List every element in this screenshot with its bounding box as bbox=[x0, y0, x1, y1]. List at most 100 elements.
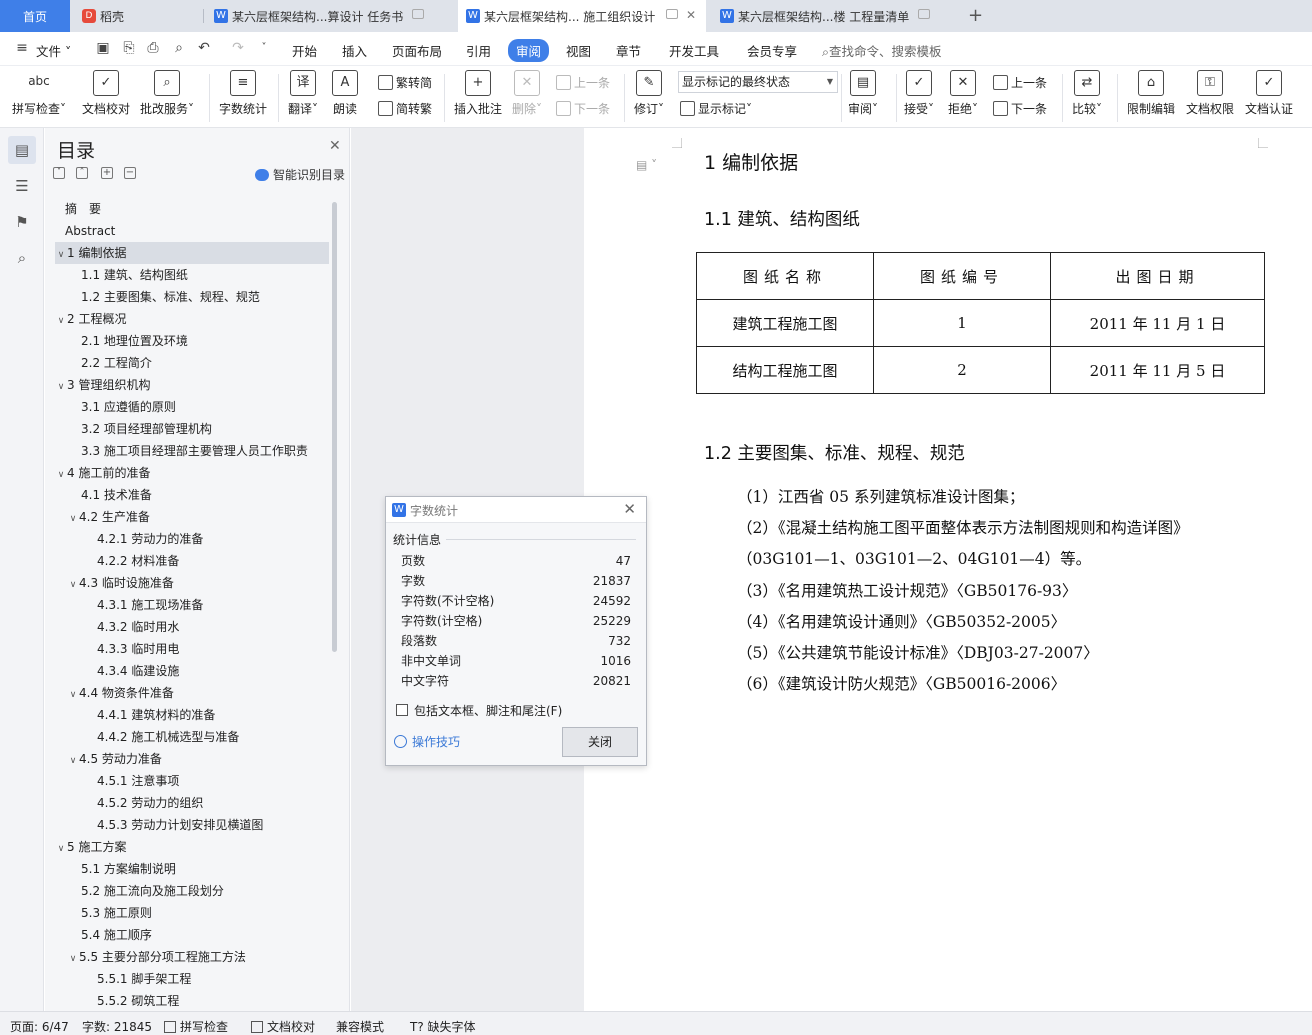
trad-to-simp-button[interactable]: 繁转简 bbox=[378, 74, 432, 91]
menu-member[interactable]: 会员专享 bbox=[747, 41, 797, 60]
toc-item[interactable]: ∨ 4 施工前的准备 bbox=[55, 462, 329, 484]
toc-item[interactable]: 4.5.1 注意事项 bbox=[55, 770, 329, 792]
tab-home[interactable]: 首页 bbox=[0, 0, 70, 32]
doc-check-status[interactable]: 文档校对 bbox=[251, 1018, 315, 1035]
checkbox-label[interactable]: 包括文本框、脚注和尾注(F) bbox=[414, 702, 562, 719]
chevron-down-icon[interactable]: ∨ bbox=[67, 684, 79, 704]
toc-item[interactable]: 5.4 施工顺序 bbox=[55, 924, 329, 946]
add-icon[interactable]: + bbox=[101, 167, 113, 179]
next-change-button[interactable]: 下一条 bbox=[993, 100, 1047, 117]
dialog-header[interactable]: W 字数统计 ✕ bbox=[386, 497, 646, 523]
new-tab-plus-icon[interactable]: + bbox=[968, 5, 983, 26]
restrict-edit-button[interactable]: ⌂ 限制编辑 bbox=[1127, 70, 1175, 117]
doc-cert-button[interactable]: ✓ 文档认证 bbox=[1245, 70, 1293, 117]
chevron-down-icon[interactable]: ∨ bbox=[67, 750, 79, 770]
track-changes-button[interactable]: ✎ 修订˅ bbox=[634, 70, 664, 117]
delete-comment-button[interactable]: ✕ 删除˅ bbox=[512, 70, 542, 117]
toc-item[interactable]: 4.2.2 材料准备 bbox=[55, 550, 329, 572]
toc-item[interactable]: 5.5.2 砌筑工程 bbox=[55, 990, 329, 1011]
toc-item[interactable]: 4.1 技术准备 bbox=[55, 484, 329, 506]
toc-item[interactable]: 5.5.1 脚手架工程 bbox=[55, 968, 329, 990]
command-search[interactable]: ⌕查找命令、搜索模板 bbox=[822, 41, 942, 60]
compare-button[interactable]: ⇄ 比较˅ bbox=[1072, 70, 1102, 117]
toc-item[interactable]: 3.3 施工项目经理部主要管理人员工作职责 bbox=[55, 440, 329, 462]
toc-item[interactable]: ∨ 4.3 临时设施准备 bbox=[55, 572, 329, 594]
menu-page-layout[interactable]: 页面布局 bbox=[392, 41, 442, 60]
toc-item[interactable]: 4.5.2 劳动力的组织 bbox=[55, 792, 329, 814]
word-count-button[interactable]: ≡ 字数统计 bbox=[219, 70, 267, 117]
toc-item[interactable]: 1.2 主要图集、标准、规程、规范 bbox=[55, 286, 329, 308]
close-button[interactable]: 关闭 bbox=[562, 727, 638, 757]
remove-icon[interactable]: − bbox=[124, 167, 136, 179]
toc-item[interactable]: 4.5.3 劳动力计划安排见横道图 bbox=[55, 814, 329, 836]
menu-file[interactable]: 文件 ˅ bbox=[36, 41, 71, 60]
scrollbar[interactable] bbox=[332, 202, 337, 652]
toc-item[interactable]: ∨ 4.4 物资条件准备 bbox=[55, 682, 329, 704]
toc-item[interactable]: ∨ 2 工程概况 bbox=[55, 308, 329, 330]
toc-item[interactable]: ∨ 4.2 生产准备 bbox=[55, 506, 329, 528]
batch-service-button[interactable]: ⌕ 批改服务˅ bbox=[140, 70, 194, 117]
menu-insert[interactable]: 插入 bbox=[342, 41, 367, 60]
toc-item[interactable]: ∨ 4.5 劳动力准备 bbox=[55, 748, 329, 770]
undo-icon[interactable]: ↶ bbox=[196, 40, 212, 56]
toc-item[interactable]: 4.3.3 临时用电 bbox=[55, 638, 329, 660]
toc-item[interactable]: 1.1 建筑、结构图纸 bbox=[55, 264, 329, 286]
show-markup-button[interactable]: 显示标记˅ bbox=[680, 100, 752, 117]
chevron-down-icon[interactable]: ∨ bbox=[55, 244, 67, 264]
toc-item[interactable]: ∨ 3 管理组织机构 bbox=[55, 374, 329, 396]
tips-link[interactable]: 操作技巧 bbox=[394, 733, 460, 750]
tab-task-doc[interactable]: W 某六层框架结构...算设计 任务书 bbox=[206, 0, 452, 32]
missing-font-status[interactable]: T? 缺失字体 bbox=[410, 1018, 476, 1035]
document-outline-icon[interactable]: ▤ ˅ bbox=[636, 158, 657, 172]
tab-quantity-list[interactable]: W 某六层框架结构...楼 工程量清单 bbox=[712, 0, 958, 32]
review-pane-button[interactable]: ▤ 审阅˅ bbox=[848, 70, 878, 117]
hamburger-icon[interactable]: ≡ bbox=[14, 40, 30, 56]
prev-change-button[interactable]: 上一条 bbox=[993, 74, 1047, 91]
toc-item[interactable]: 4.4.1 建筑材料的准备 bbox=[55, 704, 329, 726]
menu-view[interactable]: 视图 bbox=[566, 41, 591, 60]
document-page[interactable]: ▤ ˅ 1 编制依据 1.1 建筑、结构图纸 图纸名称 图纸编号 出图日期 建筑… bbox=[584, 128, 1312, 1011]
smart-toc-button[interactable]: 智能识别目录 bbox=[255, 166, 345, 183]
toc-item[interactable]: 3.2 项目经理部管理机构 bbox=[55, 418, 329, 440]
chevron-down-icon[interactable]: ∨ bbox=[55, 464, 67, 484]
print-preview-icon[interactable]: ⌕ bbox=[171, 40, 187, 56]
markup-state-select[interactable]: 显示标记的最终状态 ▼ bbox=[678, 71, 838, 93]
include-textbox-checkbox[interactable] bbox=[396, 704, 408, 716]
spellcheck-status[interactable]: 拼写检查 bbox=[164, 1018, 228, 1035]
toc-item[interactable]: ∨ 5.5 主要分部分项工程施工方法 bbox=[55, 946, 329, 968]
doc-permission-button[interactable]: ⚿ 文档权限 bbox=[1186, 70, 1234, 117]
reject-button[interactable]: ✕ 拒绝˅ bbox=[948, 70, 978, 117]
toc-item[interactable]: ∨ 5 施工方案 bbox=[55, 836, 329, 858]
insert-comment-button[interactable]: + 插入批注 bbox=[454, 70, 502, 117]
toc-item[interactable]: Abstract bbox=[55, 220, 329, 242]
tab-construction-plan[interactable]: W 某六层框架结构... 施工组织设计 ✕ bbox=[458, 0, 706, 32]
menu-chapter[interactable]: 章节 bbox=[616, 41, 641, 60]
menu-references[interactable]: 引用 bbox=[466, 41, 491, 60]
toc-item[interactable]: 5.3 施工原则 bbox=[55, 902, 329, 924]
tab-docer[interactable]: D 稻壳 bbox=[74, 0, 200, 32]
toc-item[interactable]: 4.3.4 临建设施 bbox=[55, 660, 329, 682]
chevron-down-icon[interactable]: ∨ bbox=[55, 310, 67, 330]
print-icon[interactable]: ⎙ bbox=[145, 40, 161, 56]
chevron-down-icon[interactable]: ∨ bbox=[67, 574, 79, 594]
chevron-down-icon[interactable]: ∨ bbox=[67, 508, 79, 528]
chevron-down-icon[interactable]: ∨ bbox=[55, 376, 67, 396]
doc-check-button[interactable]: ✓ 文档校对 bbox=[82, 70, 130, 117]
toc-item[interactable]: 4.4.2 施工机械选型与准备 bbox=[55, 726, 329, 748]
close-icon[interactable]: ✕ bbox=[623, 500, 636, 518]
prev-comment-button[interactable]: 上一条 bbox=[556, 74, 610, 91]
expand-icon[interactable]: ˄ bbox=[76, 167, 88, 179]
redo-icon[interactable]: ↷ bbox=[230, 40, 246, 56]
simp-to-trad-button[interactable]: 简转繁 bbox=[378, 100, 432, 117]
close-icon[interactable]: ✕ bbox=[686, 8, 696, 22]
accept-button[interactable]: ✓ 接受˅ bbox=[904, 70, 934, 117]
read-aloud-button[interactable]: A 朗读 bbox=[332, 70, 358, 117]
chevron-down-icon[interactable]: ∨ bbox=[67, 948, 79, 968]
toc-icon[interactable]: ▤ bbox=[8, 136, 36, 164]
compat-mode-status[interactable]: 兼容模式 bbox=[336, 1018, 384, 1035]
page-indicator[interactable]: 页面: 6/47 bbox=[10, 1018, 69, 1035]
toc-item[interactable]: 4.3.2 临时用水 bbox=[55, 616, 329, 638]
chapter-nav-icon[interactable]: ☰ bbox=[8, 172, 36, 200]
menu-devtools[interactable]: 开发工具 bbox=[669, 41, 719, 60]
toc-item[interactable]: 4.3.1 施工现场准备 bbox=[55, 594, 329, 616]
